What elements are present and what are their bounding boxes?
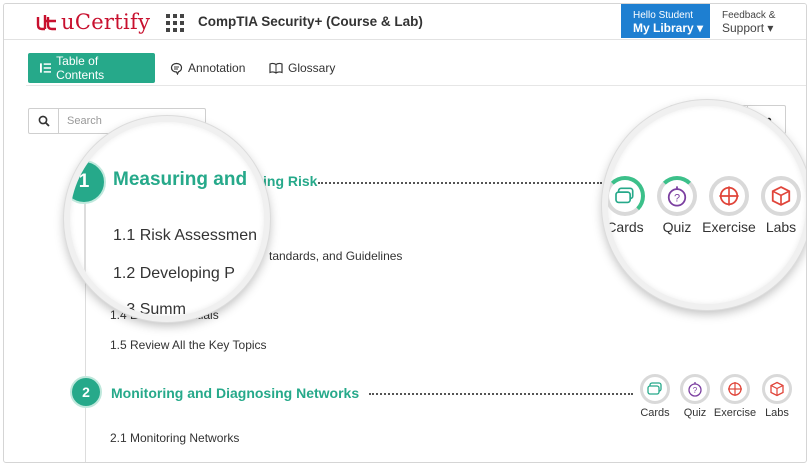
content-toolbar: Table of Contents Annotation Glossary <box>26 52 806 86</box>
top-header: uCertify CompTIA Security+ (Course & Lab… <box>4 4 806 40</box>
list-icon <box>40 63 52 73</box>
apps-grid-icon[interactable] <box>166 14 184 32</box>
tab-label: Table of Contents <box>56 54 105 82</box>
chapter-1-number: 1 <box>70 160 106 204</box>
lesson-1-5[interactable]: 1.5 Review All the Key Topics <box>110 338 267 352</box>
svg-text:?: ? <box>693 386 698 395</box>
chapter-2-exercise[interactable]: Exercise <box>714 374 756 419</box>
zoom-lens-tools: Cards ? Quiz Exercise Labs <box>602 100 806 310</box>
brand-name: uCertify <box>61 10 151 34</box>
chapter-1-dotted-leader <box>318 182 602 184</box>
tab-label: Glossary <box>288 61 336 75</box>
chapter-2-quiz[interactable]: ? Quiz <box>679 374 711 419</box>
chapter-1-quiz[interactable]: ? Quiz <box>656 176 698 235</box>
tab-label: Annotation <box>188 61 246 75</box>
lesson-1-1-zoomed[interactable]: 1.1 Risk Assessmen <box>113 227 257 245</box>
exercise-icon <box>709 176 749 216</box>
chapter-1-cards[interactable]: Cards <box>608 176 646 235</box>
chapter-2-labs[interactable]: Labs <box>761 374 793 419</box>
lesson-1-2-zoomed[interactable]: 1.2 Developing P <box>113 265 235 283</box>
tab-glossary[interactable]: Glossary <box>269 53 335 83</box>
book-icon <box>269 62 283 74</box>
chapter-1-title-zoomed[interactable]: Measuring and <box>113 169 247 191</box>
chapter-1-exercise[interactable]: Exercise <box>702 176 756 235</box>
chapter-2-number: 2 <box>70 376 102 408</box>
chapter-1-title-fragment[interactable]: ing Risk <box>263 173 317 189</box>
chapter-2-dotted-leader <box>369 393 633 395</box>
search-button[interactable] <box>29 109 59 133</box>
tool-label: Labs <box>765 407 789 419</box>
lesson-1-2-fragment[interactable]: tandards, and Guidelines <box>269 249 402 263</box>
cards-icon <box>640 374 670 404</box>
tab-table-of-contents[interactable]: Table of Contents <box>28 53 155 83</box>
labs-icon <box>761 176 801 216</box>
annotation-icon <box>170 62 183 75</box>
tool-label: Labs <box>765 219 797 235</box>
tab-annotation[interactable]: Annotation <box>170 53 245 83</box>
app-frame: uCertify CompTIA Security+ (Course & Lab… <box>3 3 807 463</box>
labs-icon <box>762 374 792 404</box>
feedback-support-button[interactable]: Feedback & Support ▾ <box>722 10 775 34</box>
quiz-icon: ? <box>657 176 697 216</box>
search-icon <box>38 115 50 127</box>
exercise-icon <box>720 374 750 404</box>
chapter-2-title[interactable]: Monitoring and Diagnosing Networks <box>111 385 359 401</box>
user-library-button[interactable]: Hello Student My Library ▾ <box>621 4 710 38</box>
support-label: Support <box>722 21 765 35</box>
ucertify-logo-icon <box>36 15 56 31</box>
chapter-1-labs[interactable]: Labs <box>760 176 802 235</box>
chapter-2-cards[interactable]: Cards <box>639 374 671 419</box>
lesson-2-1[interactable]: 2.1 Monitoring Networks <box>110 431 239 445</box>
brand-logo[interactable]: uCertify <box>36 9 150 35</box>
course-title: CompTIA Security+ (Course & Lab) <box>198 14 423 29</box>
cards-icon <box>608 176 645 216</box>
quiz-icon: ? <box>680 374 710 404</box>
zoom-lens-toc: 1 Measuring and 1.1 Risk Assessmen 1.2 D… <box>64 116 270 322</box>
svg-text:?: ? <box>674 193 680 205</box>
user-menu-label: My Library <box>633 21 694 35</box>
caret-down-icon: ▾ <box>767 21 774 35</box>
caret-down-icon: ▾ <box>697 21 704 35</box>
